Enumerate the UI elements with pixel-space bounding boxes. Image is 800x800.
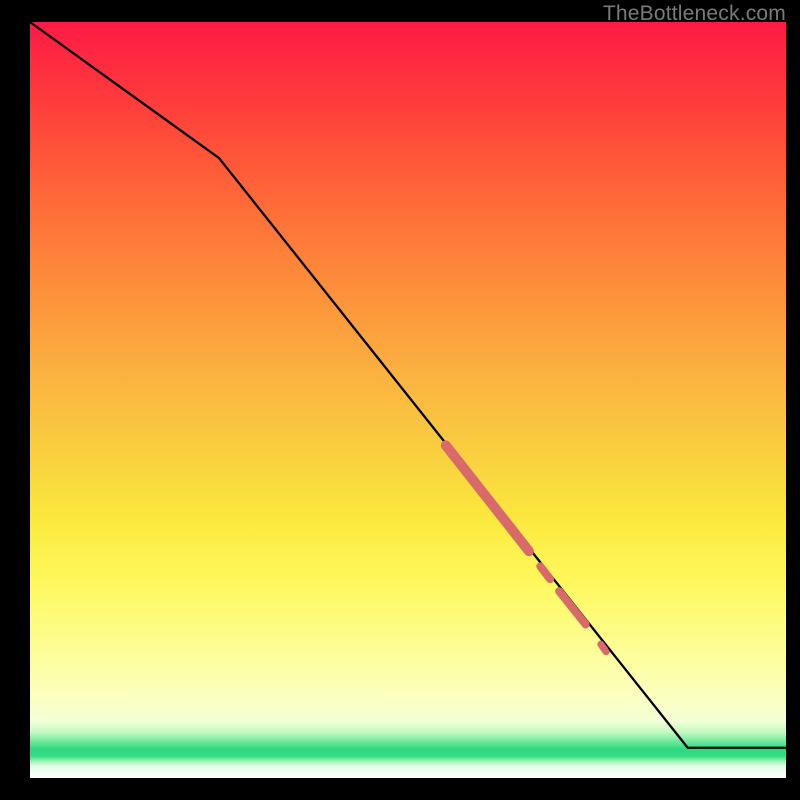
highlight-segment-1 [540,566,550,579]
highlight-segment-2 [559,591,585,624]
data-line [30,22,786,748]
highlight-segment-0 [446,445,529,551]
data-line-group [30,22,786,748]
chart-overlay-svg [30,22,786,778]
highlight-segment-3 [601,644,606,652]
highlight-markers-group [446,445,606,651]
chart-frame: TheBottleneck.com [0,0,800,800]
